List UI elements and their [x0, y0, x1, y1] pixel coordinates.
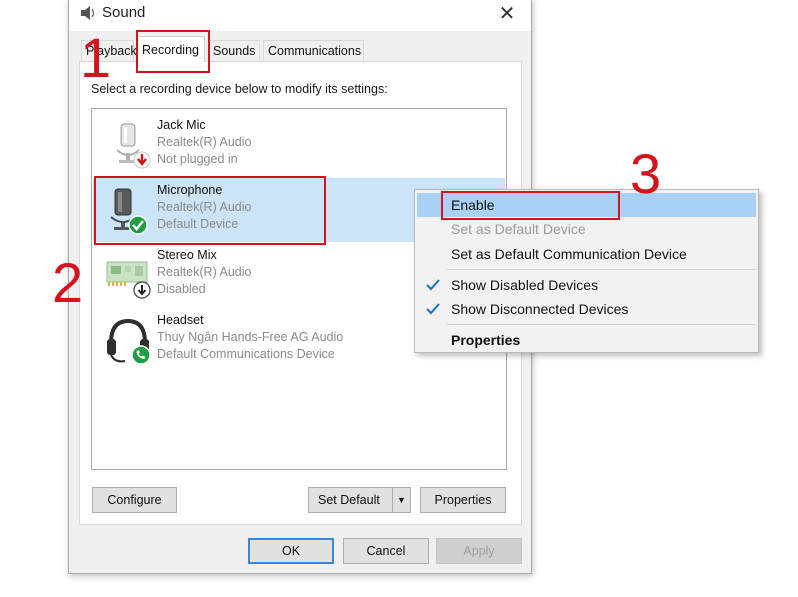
- menu-item-set-default-communication-device[interactable]: Set as Default Communication Device: [417, 242, 756, 266]
- menu-item-label: Properties: [451, 332, 521, 348]
- tab-communications[interactable]: Communications: [263, 40, 364, 61]
- checkmark-icon: [426, 279, 440, 291]
- menu-item-label: Show Disabled Devices: [451, 277, 599, 293]
- device-text: Jack Mic Realtek(R) Audio Not plugged in: [157, 117, 252, 168]
- apply-button[interactable]: Apply: [436, 538, 522, 564]
- sound-card-icon: [106, 261, 151, 299]
- instruction-text: Select a recording device below to modif…: [91, 82, 388, 96]
- device-name: Headset: [157, 313, 204, 327]
- device-driver: Realtek(R) Audio: [157, 135, 252, 149]
- highlight-box-recording-tab: [136, 30, 210, 73]
- headset-icon: [107, 318, 151, 365]
- speaker-icon: [81, 6, 95, 20]
- menu-item-properties[interactable]: Properties: [417, 328, 756, 352]
- menu-item-label: Set as Default Device: [451, 221, 586, 237]
- checkmark-icon: [426, 303, 440, 315]
- tab-sounds[interactable]: Sounds: [208, 40, 260, 61]
- device-text: Stereo Mix Realtek(R) Audio Disabled: [157, 247, 252, 298]
- device-driver: Realtek(R) Audio: [157, 265, 252, 279]
- phone-badge: [131, 345, 151, 365]
- cancel-button[interactable]: Cancel: [343, 538, 429, 564]
- ok-button[interactable]: OK: [248, 538, 334, 564]
- set-default-label: Set Default: [318, 493, 380, 507]
- menu-item-label: Show Disconnected Devices: [451, 301, 629, 317]
- menu-separator: [447, 324, 756, 325]
- configure-button[interactable]: Configure: [92, 487, 177, 513]
- device-status: Default Communications Device: [157, 347, 335, 361]
- step-number-1: 1: [80, 26, 112, 89]
- properties-button[interactable]: Properties: [420, 487, 506, 513]
- menu-item-label: Set as Default Communication Device: [451, 246, 687, 262]
- close-icon[interactable]: ✕: [491, 1, 523, 27]
- set-default-button[interactable]: Set Default ▼: [308, 487, 411, 513]
- device-text: Headset Thuy Ngân Hands-Free AG Audio De…: [157, 312, 343, 363]
- menu-separator: [447, 269, 756, 270]
- microphone-icon: [116, 123, 151, 169]
- step-number-3: 3: [630, 142, 662, 205]
- menu-item-show-disabled-devices[interactable]: Show Disabled Devices: [417, 273, 756, 297]
- device-status: Disabled: [157, 282, 206, 296]
- tab-label: Sounds: [213, 44, 256, 58]
- highlight-box-enable: [441, 191, 620, 220]
- chevron-down-icon[interactable]: ▼: [392, 488, 410, 512]
- tab-label: Communications: [268, 44, 362, 58]
- highlight-box-microphone: [94, 176, 326, 245]
- menu-item-show-disconnected-devices[interactable]: Show Disconnected Devices: [417, 297, 756, 321]
- device-status: Not plugged in: [157, 152, 238, 166]
- window-title: Sound: [102, 4, 146, 21]
- device-driver: Thuy Ngân Hands-Free AG Audio: [157, 330, 344, 344]
- title-bar[interactable]: Sound ✕: [69, 0, 531, 31]
- device-name: Stereo Mix: [157, 248, 217, 262]
- device-name: Jack Mic: [157, 118, 206, 132]
- step-number-2: 2: [52, 251, 84, 314]
- device-item-jack-mic[interactable]: Jack Mic Realtek(R) Audio Not plugged in: [93, 113, 505, 177]
- menu-item-set-default-device[interactable]: Set as Default Device: [417, 217, 756, 241]
